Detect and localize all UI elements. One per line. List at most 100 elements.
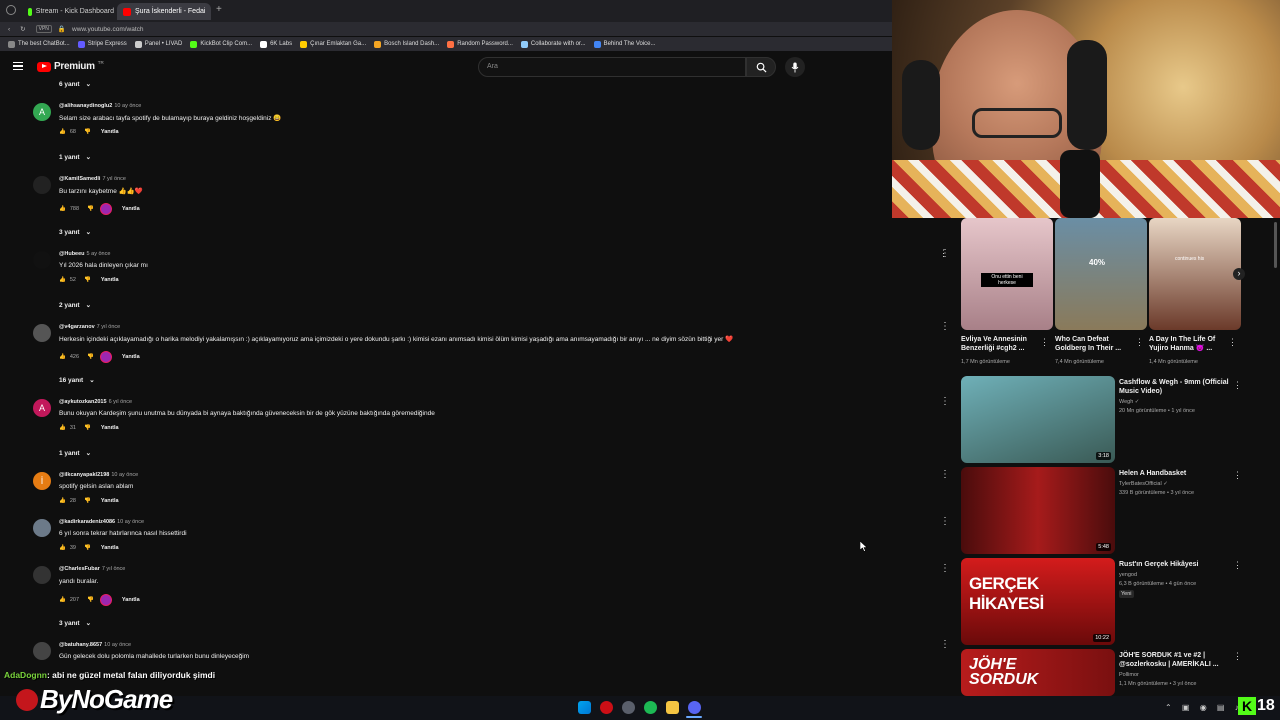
bookmark-item[interactable]: Stripe Express: [77, 40, 127, 48]
comment-author[interactable]: @batuhany.8657: [59, 642, 102, 648]
reply-button[interactable]: Yanıtla: [101, 277, 119, 283]
comment-time[interactable]: 7 yıl önce: [102, 176, 126, 182]
reply-button[interactable]: Yanıtla: [122, 354, 140, 360]
browser-menu-icon[interactable]: [6, 5, 16, 15]
tab-youtube-video[interactable]: Şura İskenderli - Fedai: [117, 3, 211, 20]
avatar[interactable]: [33, 324, 51, 342]
replies-toggle[interactable]: 1 yanıt ⌄: [59, 153, 91, 162]
bookmark-item[interactable]: Çınar Emlaktan Ga...: [300, 40, 366, 48]
comment-time[interactable]: 10 ay önce: [111, 472, 138, 478]
comment-author[interactable]: @alihsanaydinoglu2: [59, 103, 112, 109]
more-options-icon[interactable]: ⋮: [940, 470, 950, 480]
reload-icon[interactable]: ↻: [20, 25, 25, 33]
scrollbar[interactable]: [1274, 222, 1277, 268]
avatar[interactable]: [33, 642, 51, 660]
comment-author[interactable]: @KamilSamedli: [59, 176, 100, 182]
more-options-icon[interactable]: ⋮: [940, 397, 950, 407]
comment-author[interactable]: @ilkcanyapakl2198: [59, 472, 109, 478]
short-thumbnail[interactable]: Onu ettin beni herkese: [961, 218, 1053, 330]
channel-name[interactable]: Wegh ✓: [1119, 398, 1139, 406]
replies-toggle[interactable]: 3 yanıt ⌄: [59, 228, 91, 237]
folder-icon[interactable]: [666, 701, 679, 714]
replies-toggle[interactable]: 2 yanıt ⌄: [59, 301, 91, 310]
like-icon[interactable]: 👍: [59, 277, 66, 283]
search-button[interactable]: [746, 57, 776, 77]
settings-icon[interactable]: [622, 701, 635, 714]
video-thumbnail[interactable]: 3:18: [961, 376, 1115, 463]
more-options-icon[interactable]: ⋮: [940, 640, 950, 650]
dislike-icon[interactable]: 👎: [84, 277, 91, 283]
dislike-icon[interactable]: 👎: [84, 498, 91, 504]
like-icon[interactable]: 👍: [59, 129, 66, 135]
comment-time[interactable]: 10 ay önce: [117, 519, 144, 525]
channel-name[interactable]: yengod: [1119, 571, 1137, 579]
channel-name[interactable]: TylerBatesOfficial ✓: [1119, 480, 1168, 488]
dislike-icon[interactable]: 👎: [84, 545, 91, 551]
comment-author[interactable]: @kadirkaradeniz4086: [59, 519, 115, 525]
spotify-icon[interactable]: [644, 701, 657, 714]
menu-icon[interactable]: [13, 62, 23, 70]
dislike-icon[interactable]: 👎: [87, 597, 94, 603]
replies-toggle[interactable]: 16 yanıt ⌄: [59, 376, 95, 385]
dislike-icon[interactable]: 👎: [87, 354, 94, 360]
more-options-icon[interactable]: ⋮: [1135, 337, 1144, 348]
video-title[interactable]: JÖH'E SORDUK #1 ve #2 | @sozlerkosku | A…: [1119, 651, 1229, 669]
more-options-icon[interactable]: ⋮: [1228, 337, 1237, 348]
short-thumbnail[interactable]: 40%: [1055, 218, 1147, 330]
avatar[interactable]: İ: [33, 472, 51, 490]
more-options-icon[interactable]: ⋮: [940, 322, 950, 332]
voice-search-button[interactable]: [785, 57, 805, 77]
channel-name[interactable]: Pollimor: [1119, 671, 1139, 679]
video-thumbnail[interactable]: 5:48: [961, 467, 1115, 554]
windows-start-icon[interactable]: [578, 701, 591, 714]
like-icon[interactable]: 👍: [59, 597, 66, 603]
more-options-icon[interactable]: ⋮: [940, 564, 950, 574]
more-options-icon[interactable]: ⋮: [1040, 337, 1049, 348]
comment-time[interactable]: 6 yıl önce: [109, 399, 133, 405]
bookmark-item[interactable]: 6K Labs: [260, 40, 292, 48]
avatar[interactable]: [33, 566, 51, 584]
chevron-right-icon[interactable]: ›: [1233, 268, 1245, 280]
dislike-icon[interactable]: 👎: [84, 425, 91, 431]
bookmark-item[interactable]: The best ChatBot...: [8, 40, 70, 48]
reply-button[interactable]: Yanıtla: [122, 597, 140, 603]
comment-time[interactable]: 10 ay önce: [104, 642, 131, 648]
bookmark-item[interactable]: Random Password...: [447, 40, 513, 48]
video-title[interactable]: Cashflow & Wegh - 9mm (Official Music Vi…: [1119, 378, 1229, 396]
avatar[interactable]: A: [33, 399, 51, 417]
comment-time[interactable]: 5 ay önce: [87, 251, 111, 257]
avatar[interactable]: [33, 519, 51, 537]
url-field[interactable]: www.youtube.com/watch: [72, 26, 144, 33]
comment-time[interactable]: 7 yıl önce: [97, 324, 121, 330]
video-title[interactable]: Rust'ın Gerçek Hikâyesi: [1119, 560, 1229, 569]
like-icon[interactable]: 👍: [59, 206, 66, 212]
opera-icon[interactable]: [600, 701, 613, 714]
reply-button[interactable]: Yanıtla: [101, 129, 119, 135]
avatar[interactable]: A: [33, 103, 51, 121]
reply-button[interactable]: Yanıtla: [101, 425, 119, 431]
replies-toggle[interactable]: 3 yanıt ⌄: [59, 619, 91, 628]
more-options-icon[interactable]: ⋮: [1233, 651, 1242, 662]
tab-kick-dashboard[interactable]: Stream - Kick Dashboard: [22, 3, 114, 20]
like-icon[interactable]: 👍: [59, 354, 66, 360]
vpn-badge[interactable]: VPN: [35, 25, 52, 33]
new-tab-icon[interactable]: +: [216, 4, 222, 15]
avatar[interactable]: [33, 251, 51, 269]
video-title[interactable]: Helen A Handbasket: [1119, 469, 1229, 478]
dislike-icon[interactable]: 👎: [87, 206, 94, 212]
more-options-icon[interactable]: ⋮: [1233, 470, 1242, 481]
bookmark-item[interactable]: Behind The Voice...: [593, 40, 656, 48]
more-options-icon[interactable]: ⋮: [940, 517, 950, 527]
more-options-icon[interactable]: ⋮: [1233, 560, 1242, 571]
short-title[interactable]: A Day In The Life Of Yujiro Hanma 👿 ...: [1149, 335, 1227, 353]
video-thumbnail[interactable]: JÖH'E SORDUK: [961, 649, 1115, 696]
reply-button[interactable]: Yanıtla: [122, 206, 140, 212]
more-options-icon[interactable]: ⋮: [939, 248, 948, 259]
search-input[interactable]: Ara: [478, 57, 746, 77]
replies-toggle[interactable]: 1 yanıt ⌄: [59, 449, 91, 458]
comment-author[interactable]: @Hubeeu: [59, 251, 85, 257]
reply-button[interactable]: Yanıtla: [101, 545, 119, 551]
bookmark-item[interactable]: KickBot Clip Com...: [190, 40, 252, 48]
comment-time[interactable]: 10 ay önce: [114, 103, 141, 109]
reply-button[interactable]: Yanıtla: [101, 498, 119, 504]
